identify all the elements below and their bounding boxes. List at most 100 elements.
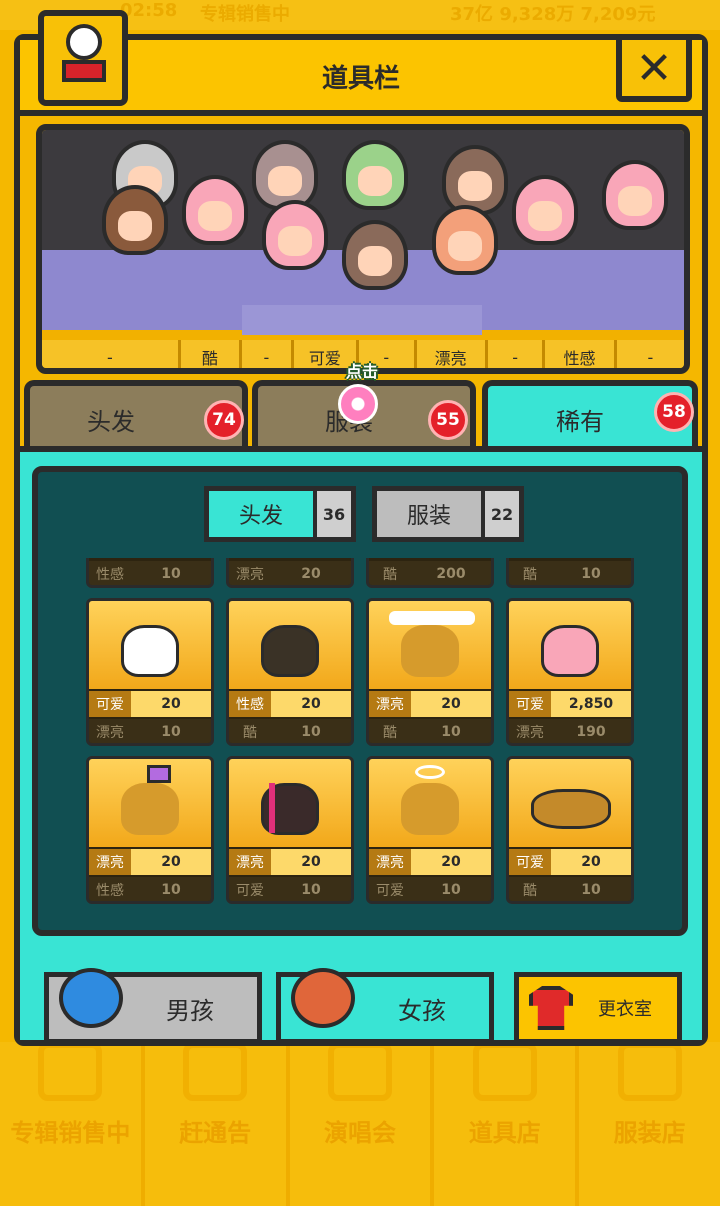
stat-value: 10 <box>161 566 181 582</box>
item-card[interactable]: 性感 10 <box>86 558 214 588</box>
item-card[interactable]: 酷 200 <box>366 558 494 588</box>
character-sprite <box>102 185 168 255</box>
subtab-clothes[interactable]: 服装 22 <box>372 486 524 542</box>
boy-avatar-icon <box>59 968 123 1028</box>
item-card[interactable]: 漂亮 20 可爱 10 <box>226 756 354 904</box>
stat-name: 漂亮 <box>369 849 411 875</box>
money-text: 37亿 9,328万 7,209元 <box>450 4 656 25</box>
stat-name: 酷 <box>523 567 537 583</box>
stat-value: 20 <box>411 691 491 717</box>
item-stat-secondary: 酷 10 <box>369 719 491 743</box>
boy-button[interactable]: 男孩 <box>44 968 262 1044</box>
nav-item-schedule[interactable]: 赶通告 <box>145 1042 290 1206</box>
close-button[interactable]: ✕ <box>616 34 692 102</box>
subtab-label: 服装 <box>377 491 481 537</box>
stat-name: 漂亮 <box>229 849 271 875</box>
stat-name: 可爱 <box>376 883 404 899</box>
flower-icon[interactable] <box>338 384 378 424</box>
item-stat-primary: 漂亮 20 <box>229 849 351 875</box>
item-stat-primary: 可爱 2,850 <box>509 691 631 717</box>
purple-bow-icon <box>147 765 171 783</box>
album-status-text: 专辑销售中 <box>200 4 290 25</box>
page-title: 道具栏 <box>321 64 400 94</box>
item-card[interactable]: 可爱 2,850 漂亮 190 <box>506 598 634 746</box>
item-card[interactable]: 漂亮 20 性感 10 <box>86 756 214 904</box>
gacha-ball <box>66 24 102 60</box>
character-sprite <box>262 200 328 270</box>
clothes-icon <box>617 1042 682 1101</box>
cd-icon <box>38 1042 103 1101</box>
item-card[interactable]: 性感 20 酷 10 <box>226 598 354 746</box>
attr-cell: 漂亮 <box>417 340 488 368</box>
stat-value: 190 <box>576 724 606 740</box>
nav-label: 道具店 <box>468 1119 541 1147</box>
item-stat-primary: 漂亮 20 <box>369 691 491 717</box>
subtab-hair[interactable]: 头发 36 <box>204 486 356 542</box>
nav-item-clothes-shop[interactable]: 服装店 <box>579 1042 720 1206</box>
hair-blob <box>121 783 179 835</box>
item-stat-primary: 漂亮 20 <box>89 849 211 875</box>
time-text: 02:58 <box>120 0 178 21</box>
stat-value: 200 <box>436 566 466 582</box>
tab-label: 稀有 <box>556 407 604 436</box>
stat-value: 10 <box>301 724 321 740</box>
pink-flower-hair-icon <box>541 625 599 677</box>
stat-value: 20 <box>131 849 211 875</box>
stat-name: 酷 <box>383 725 397 741</box>
item-stat-secondary: 可爱 10 <box>229 877 351 901</box>
stat-value: 20 <box>301 566 321 582</box>
item-grid[interactable]: 性感 10 漂亮 20 酷 200 酷 10 可爱 20 漂亮 10 性感 20… <box>86 558 646 930</box>
nav-label: 专辑销售中 <box>10 1119 131 1147</box>
halo-icon <box>415 765 445 779</box>
girl-label: 女孩 <box>398 996 446 1025</box>
character-sprite <box>602 160 668 230</box>
item-stat-secondary: 漂亮 20 <box>229 561 351 585</box>
stat-name: 可爱 <box>89 691 131 717</box>
nav-item-concert[interactable]: 演唱会 <box>290 1042 435 1206</box>
item-image <box>509 601 631 689</box>
item-stat-primary: 可爱 20 <box>509 849 631 875</box>
character-sprite <box>342 220 408 290</box>
stage-preview: - 酷 - 可爱 - 漂亮 - 性感 - <box>36 124 690 374</box>
count-badge: 55 <box>428 400 468 440</box>
tab-rare[interactable]: 稀有 58 <box>482 380 698 452</box>
item-card[interactable]: 酷 10 <box>506 558 634 588</box>
stat-name: 性感 <box>96 883 124 899</box>
girl-button[interactable]: 女孩 <box>276 968 494 1044</box>
stat-value: 20 <box>551 849 631 875</box>
count-badge: 74 <box>204 400 244 440</box>
attr-cell: 酷 <box>181 340 243 368</box>
stripe <box>269 783 275 833</box>
attr-cell: - <box>647 347 654 367</box>
item-stat-secondary: 性感 10 <box>89 561 211 585</box>
panel-header: 道具栏 ✕ <box>20 10 702 116</box>
tab-hair[interactable]: 头发 74 <box>24 380 248 452</box>
subtab-count: 22 <box>481 491 519 537</box>
item-stat-secondary: 漂亮 190 <box>509 719 631 743</box>
nav-item-album[interactable]: 专辑销售中 <box>0 1042 145 1206</box>
item-stat-primary: 性感 20 <box>229 691 351 717</box>
shop-icon <box>472 1042 537 1101</box>
item-card[interactable]: 可爱 20 漂亮 10 <box>86 598 214 746</box>
item-card[interactable]: 漂亮 20 <box>226 558 354 588</box>
schedule-icon <box>183 1042 248 1101</box>
item-stat-secondary: 酷 10 <box>509 877 631 901</box>
item-card[interactable]: 漂亮 20 酷 10 <box>366 598 494 746</box>
stat-value: 10 <box>441 724 461 740</box>
item-card[interactable]: 可爱 20 酷 10 <box>506 756 634 904</box>
stat-name: 酷 <box>383 567 397 583</box>
stat-name: 可爱 <box>509 691 551 717</box>
attr-cell: - <box>42 340 181 368</box>
stat-value: 20 <box>411 849 491 875</box>
shirt-icon <box>529 986 573 1030</box>
item-stat-secondary: 酷 10 <box>509 561 631 585</box>
item-stat-primary: 漂亮 20 <box>369 849 491 875</box>
tab-label: 头发 <box>87 407 135 436</box>
dressing-room-button[interactable]: 更衣室 <box>514 972 682 1044</box>
item-card[interactable]: 漂亮 20 可爱 10 <box>366 756 494 904</box>
stage-platform <box>242 305 482 335</box>
stat-name: 漂亮 <box>89 849 131 875</box>
hair-blob <box>401 783 459 835</box>
nav-item-item-shop[interactable]: 道具店 <box>434 1042 580 1206</box>
item-image <box>369 601 491 689</box>
